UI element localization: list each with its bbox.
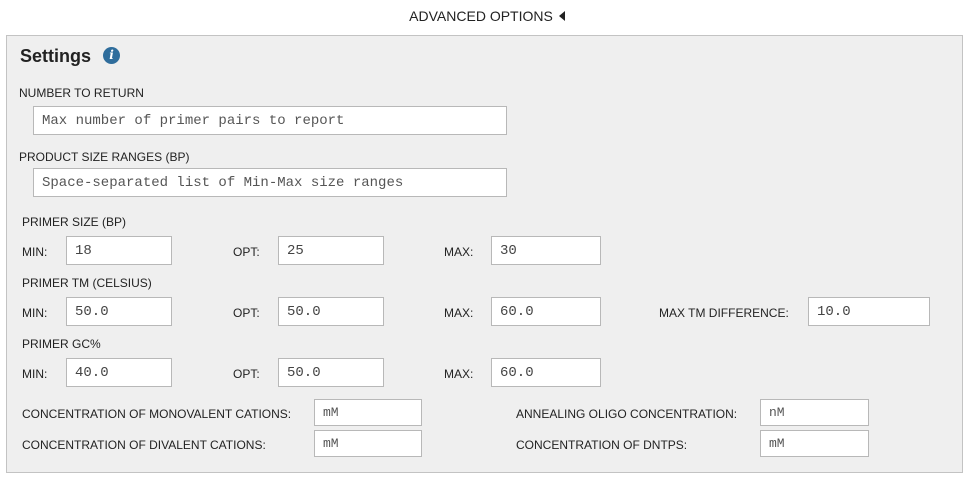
primer-tm-min-input[interactable] [66,297,172,326]
info-icon[interactable]: i [103,47,120,64]
divalent-cations-input[interactable] [314,430,422,457]
primer-tm-min-label: MIN: [22,306,48,320]
primer-size-opt-input[interactable] [278,236,384,265]
caret-left-icon [558,11,565,22]
primer-tm-opt-input[interactable] [278,297,384,326]
product-size-ranges-label: PRODUCT SIZE RANGES (BP) [19,150,190,164]
primer-gc-label: PRIMER GC% [22,337,101,351]
primer-tm-max-input[interactable] [491,297,601,326]
primer-size-min-label: MIN: [22,245,48,259]
monovalent-cations-input[interactable] [314,399,422,426]
annealing-oligo-input[interactable] [760,399,869,426]
primer-gc-opt-input[interactable] [278,358,384,387]
settings-panel: Settings i NUMBER TO RETURN PRODUCT SIZE… [6,35,963,473]
primer-size-label: PRIMER SIZE (BP) [22,215,127,229]
primer-gc-max-label: MAX: [444,367,474,381]
primer-size-max-input[interactable] [491,236,601,265]
product-size-ranges-input[interactable] [33,168,507,197]
advanced-options-label: ADVANCED OPTIONS [409,8,553,24]
dntps-input[interactable] [760,430,869,457]
dntps-label: CONCENTRATION OF DNTPS: [516,438,688,452]
primer-tm-max-label: MAX: [444,306,474,320]
primer-size-max-label: MAX: [444,245,474,259]
max-tm-difference-input[interactable] [808,297,930,326]
primer-gc-opt-label: OPT: [233,367,260,381]
annealing-oligo-label: ANNEALING OLIGO CONCENTRATION: [516,407,738,421]
divalent-cations-label: CONCENTRATION OF DIVALENT CATIONS: [22,438,266,452]
monovalent-cations-label: CONCENTRATION OF MONOVALENT CATIONS: [22,407,292,421]
number-to-return-input[interactable] [33,106,507,135]
settings-title: Settings [20,46,92,66]
max-tm-difference-label: MAX TM DIFFERENCE: [659,306,789,320]
primer-gc-max-input[interactable] [491,358,601,387]
primer-gc-min-label: MIN: [22,367,48,381]
primer-size-min-input[interactable] [66,236,172,265]
number-to-return-label: NUMBER TO RETURN [19,86,144,100]
primer-size-opt-label: OPT: [233,245,260,259]
primer-tm-label: PRIMER TM (CELSIUS) [22,276,152,290]
primer-gc-min-input[interactable] [66,358,172,387]
advanced-options-toggle[interactable]: ADVANCED OPTIONS [0,8,974,24]
primer-tm-opt-label: OPT: [233,306,260,320]
